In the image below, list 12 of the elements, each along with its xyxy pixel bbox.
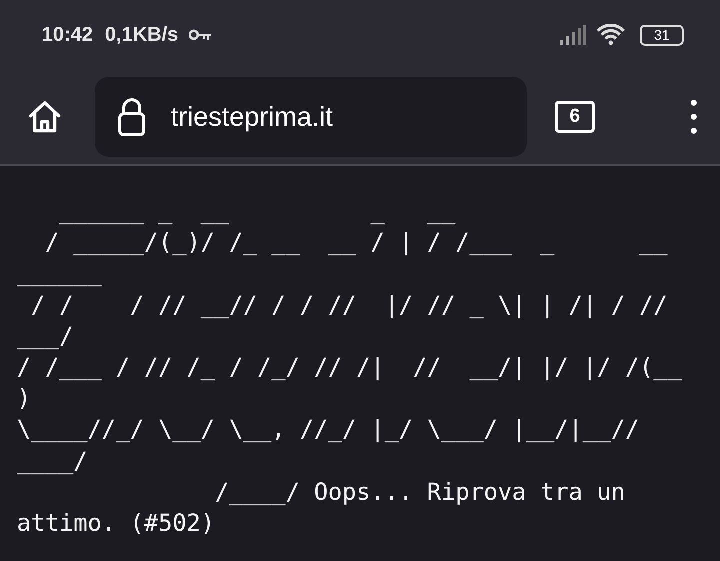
tab-count-button[interactable]: 6 <box>555 101 595 133</box>
wifi-icon <box>596 24 626 46</box>
battery-icon: 31 <box>640 24 684 46</box>
signal-icon <box>560 25 586 45</box>
network-speed: 0,1KB/s <box>105 24 179 46</box>
menu-button[interactable] <box>690 99 698 135</box>
status-time: 10:42 <box>42 24 94 46</box>
lock-icon <box>117 97 147 137</box>
url-text: triesteprima.it <box>171 102 334 132</box>
error-message: ______ _ __ _ __ / _____/(_)/ /_ __ __ / | / /___ _ __ ______ / / / // __// / / // |/ // _ \| | /| / // ___/ / /___ / // /_ / /_/ // /| // __/| |/ |/ /(__ ) \____//_/ \__/ \__, //_/ |_/ \___/ |__/|__// ____/ /____/ Oops... Riprova tra un attimo. (#502) <box>17 196 683 540</box>
address-bar[interactable]: triesteprima.it <box>95 77 527 157</box>
key-icon <box>188 29 213 41</box>
